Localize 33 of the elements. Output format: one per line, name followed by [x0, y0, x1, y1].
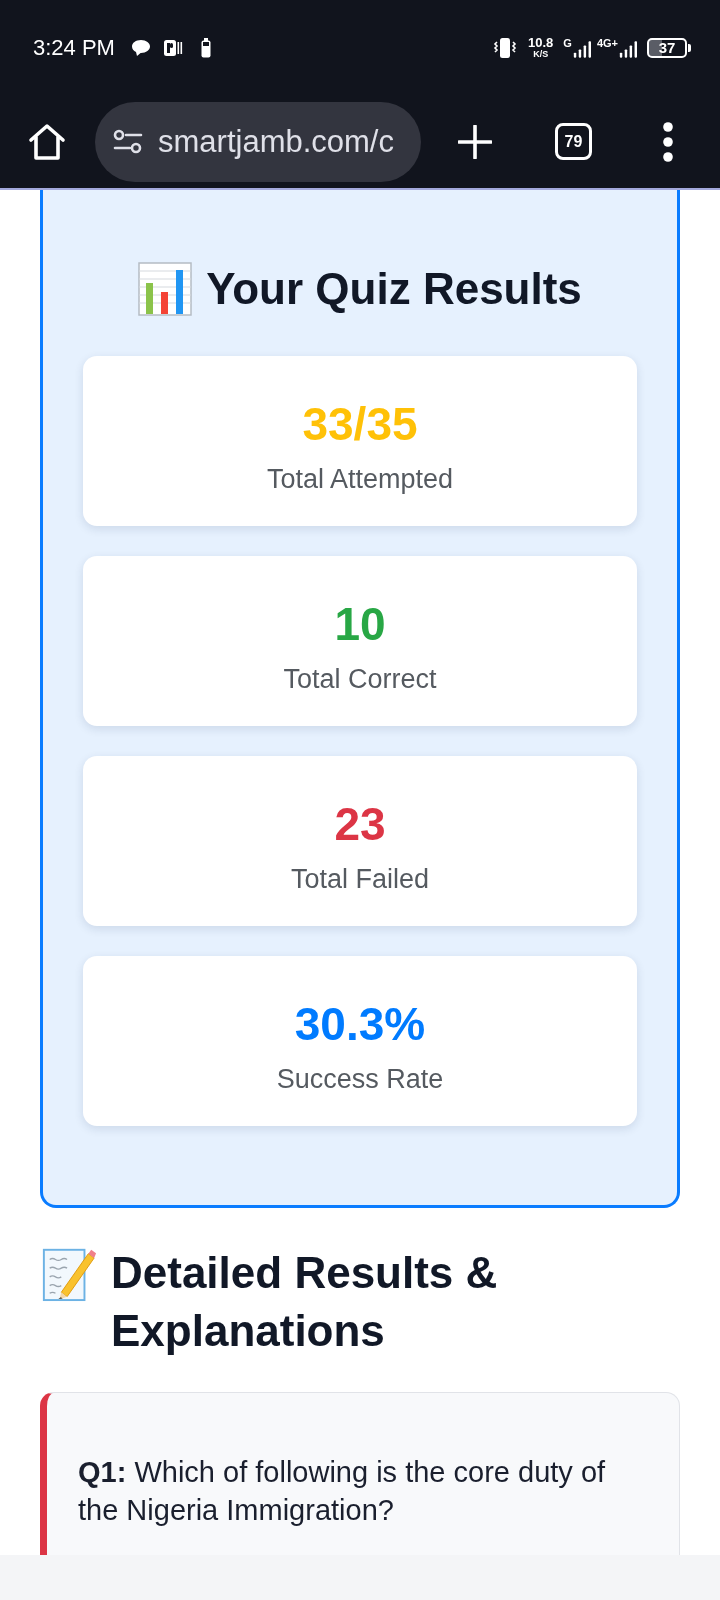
tab-switcher-button[interactable]: 79 [555, 123, 592, 160]
chat-bubble-icon [130, 38, 151, 57]
results-title: Your Quiz Results [206, 263, 582, 315]
stat-value: 10 [334, 597, 386, 651]
network-speed: 10.8 [528, 36, 554, 49]
stat-label: Total Failed [290, 863, 430, 896]
section-heading: Detailed Results & Explanations [111, 1247, 499, 1357]
bar-chart-icon [138, 262, 193, 316]
vibrate-icon [492, 36, 518, 59]
home-button[interactable] [28, 122, 66, 161]
url-text: smartjamb.com/c [158, 123, 394, 160]
stat-value: 23 [334, 797, 386, 851]
plus-icon [458, 124, 492, 159]
network-speed-unit: K/S [533, 50, 549, 59]
stat-label: Success Rate [276, 1063, 444, 1096]
signal-icon [572, 40, 591, 58]
menu-button[interactable] [663, 121, 673, 162]
stat-label: Total Correct [283, 663, 437, 696]
stat-value: 30.3% [294, 997, 426, 1051]
stat-value: 33/35 [302, 397, 418, 451]
status-time: 3:24 PM [33, 34, 115, 61]
new-tab-button[interactable] [458, 124, 492, 159]
stat-label: Total Attempted [266, 463, 454, 496]
battery-icon [200, 37, 211, 58]
address-bar[interactable]: smartjamb.com/c [95, 101, 421, 182]
more-icon [663, 121, 673, 162]
site-settings-icon [113, 128, 143, 155]
network-type: 4G+ [596, 37, 618, 49]
network-type: G [563, 37, 572, 49]
home-icon [28, 122, 66, 161]
question-text: Q1: Which of following is the core duty of the Nigeria Immigration? [78, 1455, 607, 1528]
tile-icon [162, 38, 183, 57]
signal-icon [619, 40, 637, 58]
